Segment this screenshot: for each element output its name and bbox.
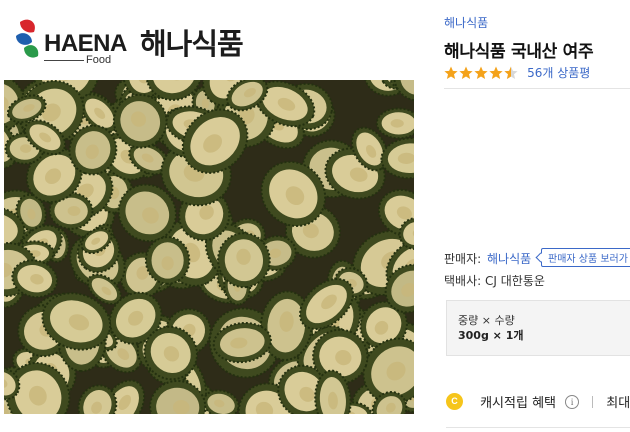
selected-option-box[interactable]: 중량 × 수량 300g × 1개 — [446, 300, 630, 356]
cashback-label: 캐시적립 혜택 — [480, 396, 556, 411]
delivery-value: CJ 대한통운 — [485, 274, 545, 288]
cashback-max-label: 최대 — [606, 396, 630, 411]
info-icon[interactable]: i — [565, 394, 580, 409]
option-value: 300g × 1개 — [458, 329, 524, 342]
brand-sub-en: Food — [86, 54, 112, 66]
divider — [444, 88, 630, 89]
divider — [446, 427, 630, 428]
brand-underline — [44, 60, 84, 61]
separator — [592, 395, 594, 408]
option-label: 중량 × 수량 — [458, 314, 515, 327]
cashback-row: C 캐시적립 혜택 i 최대 — [446, 391, 630, 411]
rating-row[interactable]: 56개 상품평 — [444, 62, 590, 81]
brand-link[interactable]: 해나식품 — [444, 14, 488, 31]
haena-logo-mark-icon — [16, 19, 39, 58]
review-count-link[interactable]: 56개 상품평 — [527, 64, 590, 81]
seller-name-link[interactable]: 해나식품 — [487, 252, 531, 266]
star-rating-icon — [444, 66, 518, 79]
product-image[interactable] — [4, 80, 414, 414]
brand-name-en: HAENA — [44, 30, 127, 57]
seller-row: 판매자: 해나식품 판매자 상품 보러가 — [444, 248, 630, 267]
brand-name-ko: 해나식품 — [140, 27, 244, 61]
seller-products-button[interactable]: 판매자 상품 보러가 — [541, 248, 630, 267]
product-title: 해나식품 국내산 여주 — [444, 42, 594, 62]
cash-coin-icon: C — [446, 393, 463, 410]
seller-label: 판매자: — [444, 252, 482, 266]
brand-logo: HAENA Food 해나식품 — [14, 14, 254, 72]
delivery-row: 택배사: CJ 대한통운 — [444, 272, 545, 289]
dried-bitter-melon-photo — [4, 80, 414, 414]
delivery-label: 택배사: — [444, 274, 482, 288]
product-info-panel: 해나식품 해나식품 국내산 여주 56개 상품평 판매자: 해나식품 판매자 상… — [444, 0, 630, 432]
